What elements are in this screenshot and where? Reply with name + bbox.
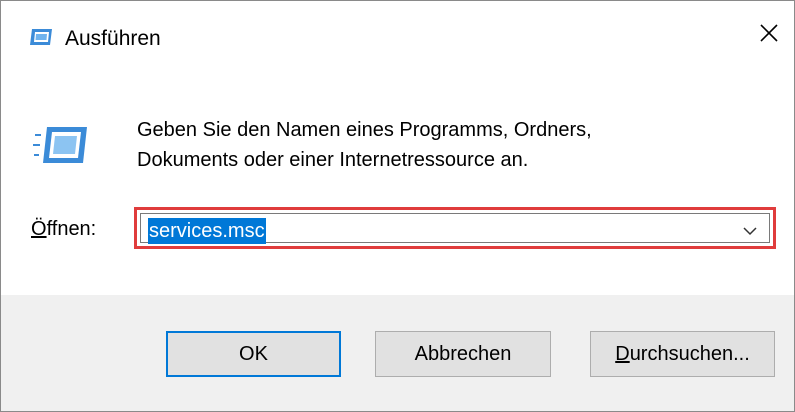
- window-title: Ausführen: [65, 27, 161, 50]
- dialog-body: Geben Sie den Namen eines Programms, Ord…: [1, 73, 794, 295]
- description-line: Geben Sie den Namen eines Programms, Ord…: [137, 119, 592, 141]
- button-bar: OK Abbrechen Durchsuchen...: [1, 295, 794, 411]
- run-dialog: Ausführen Geben Sie den Namen eines Prog: [0, 0, 795, 412]
- open-label-text: ffnen:: [46, 218, 97, 240]
- chevron-down-icon[interactable]: [741, 222, 759, 240]
- run-icon: [33, 125, 89, 165]
- browse-label: urchsuchen...: [629, 343, 750, 365]
- open-combobox[interactable]: services.msc: [140, 213, 770, 244]
- open-label-accelerator: Ö: [31, 218, 47, 240]
- cancel-button[interactable]: Abbrechen: [375, 331, 551, 377]
- open-input-value[interactable]: services.msc: [148, 218, 266, 244]
- open-combobox-highlight: services.msc: [134, 207, 776, 249]
- browse-accelerator: D: [615, 343, 630, 365]
- title-bar[interactable]: Ausführen: [1, 1, 794, 73]
- dialog-description: Geben Sie den Namen eines Programms, Ord…: [137, 115, 697, 175]
- run-icon: [29, 27, 53, 47]
- browse-button[interactable]: Durchsuchen...: [590, 331, 775, 377]
- close-button[interactable]: [747, 15, 791, 55]
- ok-button[interactable]: OK: [166, 331, 341, 377]
- description-line: Dokuments oder einer Internetressource a…: [137, 149, 529, 171]
- open-label: Öffnen:: [31, 217, 96, 241]
- close-icon: [759, 23, 779, 48]
